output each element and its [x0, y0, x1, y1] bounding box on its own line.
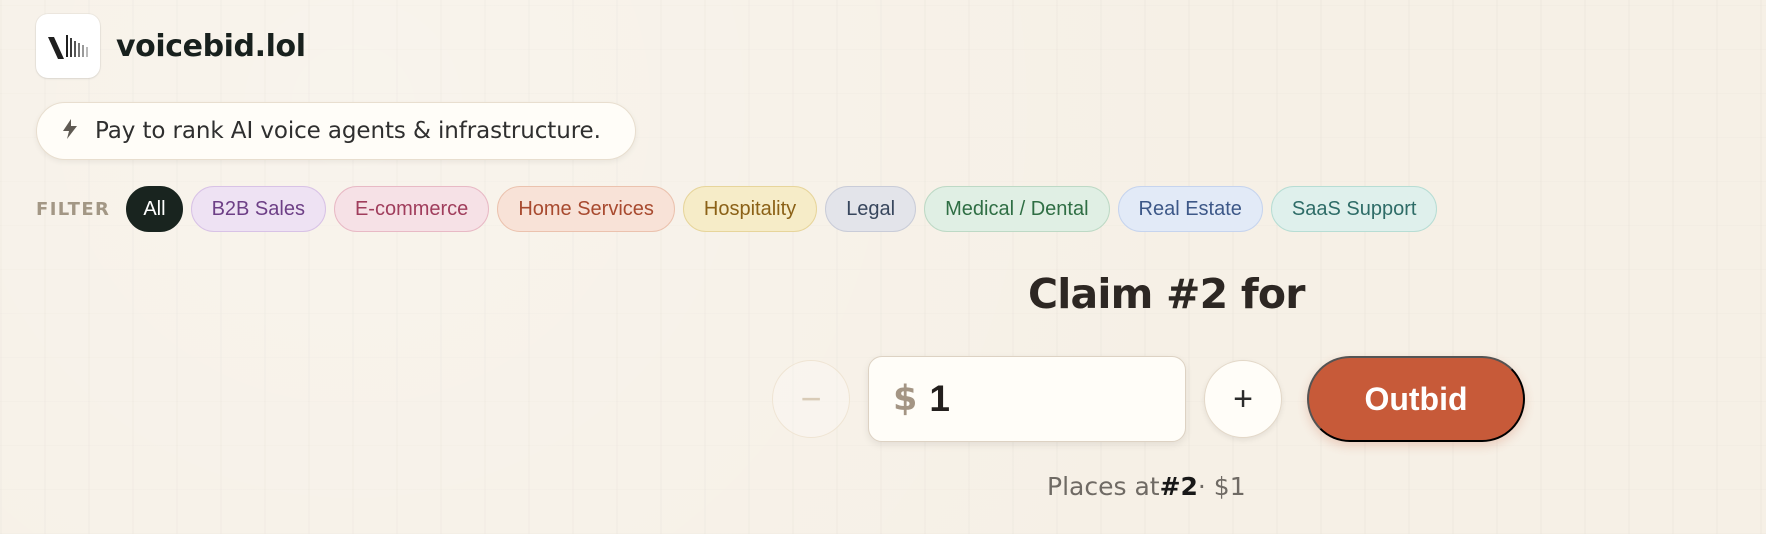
filter-label: FILTER [36, 198, 111, 220]
increase-bid-button[interactable]: + [1204, 360, 1282, 438]
filter-chip-e-commerce[interactable]: E-commerce [333, 186, 490, 232]
filter-chip-home-services[interactable]: Home Services [497, 186, 675, 232]
bid-amount-field[interactable]: $ [868, 356, 1186, 442]
currency-symbol: $ [893, 378, 918, 419]
places-suffix: · $1 [1197, 472, 1246, 501]
places-rank: #2 [1159, 472, 1198, 501]
brand-name: voicebid.lol [116, 28, 306, 64]
filter-chip-hospitality[interactable]: Hospitality [682, 186, 818, 232]
tagline-text: Pay to rank AI voice agents & infrastruc… [95, 118, 601, 144]
bolt-icon [59, 117, 81, 145]
places-prefix: Places at [1047, 472, 1160, 501]
decrease-bid-button[interactable]: − [772, 360, 850, 438]
brand: voicebid.lol [36, 14, 306, 78]
bid-amount-input[interactable] [929, 378, 1150, 420]
filter-chip-legal[interactable]: Legal [825, 186, 917, 232]
filter-bar: FILTER All B2B Sales E-commerce Home Ser… [36, 186, 1438, 232]
filter-chip-medical-dental[interactable]: Medical / Dental [924, 186, 1110, 232]
voicebid-logo-icon [36, 14, 100, 78]
tagline-pill: Pay to rank AI voice agents & infrastruc… [36, 102, 636, 160]
filter-chip-real-estate[interactable]: Real Estate [1117, 186, 1263, 232]
outbid-button[interactable]: Outbid [1307, 356, 1525, 442]
page: voicebid.lol Pay to rank AI voice agents… [0, 0, 1766, 534]
filter-chip-all[interactable]: All [126, 186, 183, 232]
filter-chip-saas-support[interactable]: SaaS Support [1270, 186, 1438, 232]
placement-summary: Places at #2 · $1 [1047, 472, 1246, 501]
claim-title: Claim #2 for [1028, 270, 1305, 318]
bid-controls: − $ + Outbid [772, 356, 1532, 444]
filter-chip-b2b-sales[interactable]: B2B Sales [190, 186, 326, 232]
